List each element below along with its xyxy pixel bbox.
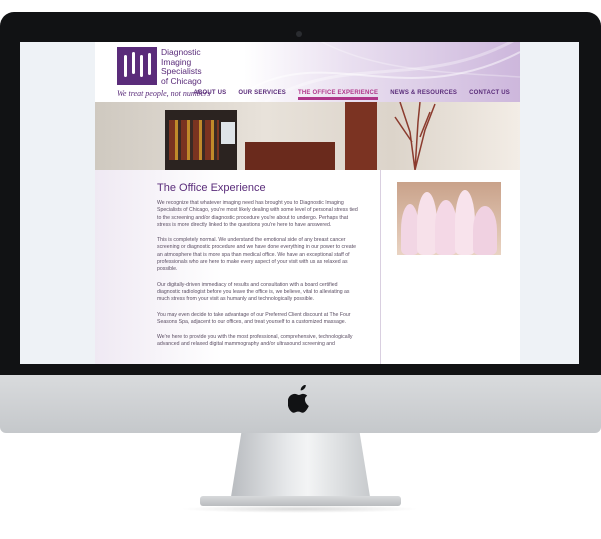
paragraph: Our digitally-driven immediacy of result…: [157, 281, 350, 303]
camera-icon: [296, 31, 302, 37]
imac-display: Diagnostic Imaging Specialists of Chicag…: [0, 12, 601, 375]
screen: Diagnostic Imaging Specialists of Chicag…: [20, 42, 579, 364]
logo-text[interactable]: Diagnostic Imaging Specialists of Chicag…: [161, 47, 202, 86]
stand-shadow: [180, 505, 420, 513]
logo-line: of Chicago: [161, 75, 202, 86]
paragraph: You may even decide to take advantage of…: [157, 311, 351, 325]
cabinet-image: [245, 142, 335, 170]
page-title: The Office Experience: [157, 182, 266, 194]
hero-photo-office: [95, 102, 520, 170]
paragraph: This is completely normal. We understand…: [157, 237, 356, 273]
logo-icon[interactable]: [117, 47, 157, 85]
main-nav: ABOUT US OUR SERVICES THE OFFICE EXPERIE…: [193, 90, 510, 100]
main-content: The Office Experience We recognize that …: [95, 170, 520, 364]
page-background-left: [20, 42, 95, 364]
branch-decoration-image: [394, 102, 436, 170]
page-background-right: [520, 42, 579, 364]
imac-stand: [230, 433, 371, 503]
nav-news-resources[interactable]: NEWS & RESOURCES: [390, 90, 457, 100]
paragraph: We recognize that whatever imaging need …: [157, 200, 358, 228]
website: Diagnostic Imaging Specialists of Chicag…: [95, 42, 520, 364]
nav-our-services[interactable]: OUR SERVICES: [238, 90, 286, 100]
nav-office-experience[interactable]: THE OFFICE EXPERIENCE: [298, 90, 379, 100]
door-image: [345, 102, 377, 170]
body-text: We recognize that whatever imaging need …: [157, 200, 362, 357]
paragraph: We're here to provide you with the most …: [157, 334, 353, 348]
site-header: Diagnostic Imaging Specialists of Chicag…: [95, 42, 520, 102]
coffee-machine-image: [165, 110, 237, 170]
apple-logo-icon: [288, 385, 309, 413]
nav-about-us[interactable]: ABOUT US: [193, 90, 226, 100]
column-divider: [380, 170, 381, 364]
nav-contact-us[interactable]: CONTACT US: [469, 90, 510, 100]
staff-photo: [397, 182, 501, 255]
